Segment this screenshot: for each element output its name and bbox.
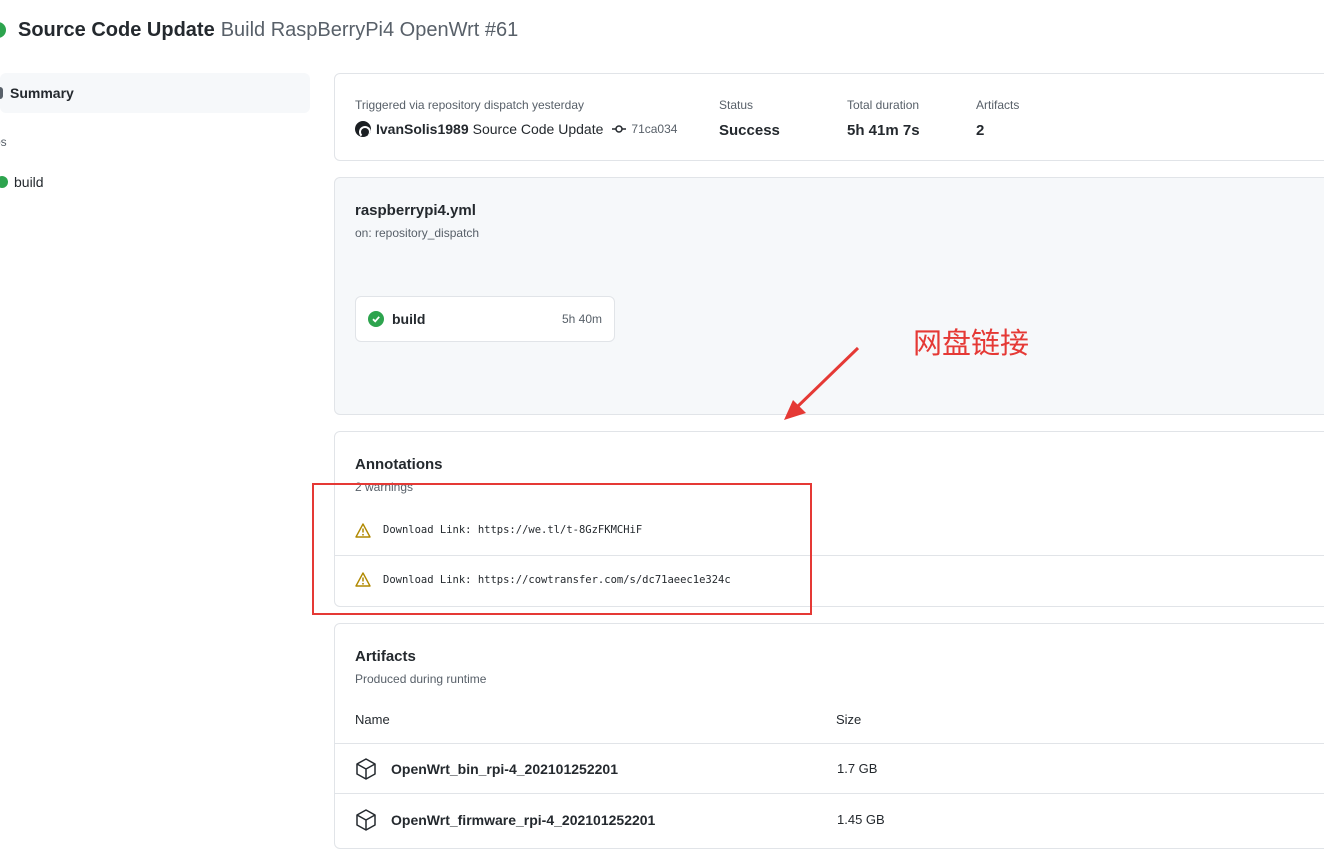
artifact-download-link[interactable]: OpenWrt_firmware_rpi-4_202101252201 [391, 812, 655, 828]
annotation-item[interactable]: Download Link: https://we.tl/t-8GzFKMCHi… [335, 506, 1324, 554]
artifacts-title: Artifacts [355, 648, 416, 665]
sidebar-item-label: Summary [10, 85, 74, 101]
trigger-label: Triggered via repository dispatch yester… [355, 98, 584, 112]
duration-label: Total duration [847, 98, 920, 112]
avatar[interactable] [355, 121, 371, 137]
commit-sha-link[interactable]: 71ca034 [631, 122, 677, 136]
status-label: Status [719, 98, 754, 112]
artifact-download-link[interactable]: OpenWrt_bin_rpi-4_202101252201 [391, 761, 618, 777]
sidebar-item-build[interactable]: build [0, 171, 310, 193]
status-info: Status Success [719, 98, 780, 139]
annotation-message: Download Link: https://we.tl/t-8GzFKMCHi… [383, 524, 643, 536]
artifact-size: 1.7 GB [837, 761, 878, 776]
warning-icon [355, 572, 371, 587]
selected-indicator [0, 87, 3, 99]
run-summary-panel: Triggered via repository dispatch yester… [334, 73, 1324, 161]
sidebar-item-label: build [14, 174, 44, 190]
table-row: OpenWrt_firmware_rpi-4_202101252201 1.45… [335, 795, 1324, 845]
artifacts-subtitle: Produced during runtime [355, 672, 487, 686]
job-card-build[interactable]: build 5h 40m [355, 296, 615, 342]
sidebar-item-summary[interactable]: Summary [0, 73, 310, 113]
job-name: build [392, 311, 426, 327]
artifacts-table-header: Name Size [335, 704, 1324, 744]
package-icon [355, 808, 377, 837]
workflow-file-name: raspberrypi4.yml [355, 202, 476, 219]
annotations-title: Annotations [355, 456, 443, 473]
workflow-trigger-event: on: repository_dispatch [355, 226, 480, 240]
actor-link[interactable]: IvanSolis1989 [376, 121, 469, 137]
package-icon [355, 757, 377, 786]
annotations-count: 2 warnings [355, 480, 414, 494]
callout-arrow-icon [784, 346, 860, 420]
duration-info: Total duration 5h 41m 7s [847, 98, 920, 139]
artifacts-info: Artifacts 2 [976, 98, 1019, 139]
table-row: OpenWrt_bin_rpi-4_202101252201 1.7 GB [335, 744, 1324, 794]
trigger-info: Triggered via repository dispatch yester… [355, 98, 677, 137]
sidebar: Summary bs build [0, 73, 310, 193]
status-value: Success [719, 122, 780, 139]
callout-label: 网盘链接 [913, 326, 1030, 360]
success-status-icon [0, 176, 8, 188]
sidebar-jobs-heading: bs [0, 135, 7, 149]
duration-value: 5h 41m 7s [847, 122, 920, 139]
run-subtitle: Build RaspBerryPi4 OpenWrt #61 [220, 18, 519, 41]
artifacts-count[interactable]: 2 [976, 122, 1019, 139]
git-commit-icon [612, 124, 627, 134]
check-circle-icon [368, 311, 384, 327]
annotations-panel: Annotations 2 warnings Download Link: ht… [334, 431, 1324, 607]
trigger-commit-message[interactable]: Source Code Update [473, 121, 604, 137]
job-duration: 5h 40m [561, 312, 602, 326]
column-header-size: Size [836, 712, 862, 727]
workflow-title: Source Code Update [18, 18, 215, 41]
artifacts-label: Artifacts [976, 98, 1020, 112]
artifacts-panel: Artifacts Produced during runtime Name S… [334, 623, 1324, 849]
warning-icon [355, 522, 371, 538]
success-status-icon [0, 22, 6, 38]
column-header-name: Name [355, 712, 390, 727]
annotation-item[interactable]: Download Link: https://cowtransfer.com/s… [335, 555, 1324, 603]
annotation-message: Download Link: https://cowtransfer.com/s… [383, 573, 731, 586]
artifact-size: 1.45 GB [837, 812, 885, 827]
page-title-row: Source Code Update Build RaspBerryPi4 Op… [0, 14, 518, 46]
